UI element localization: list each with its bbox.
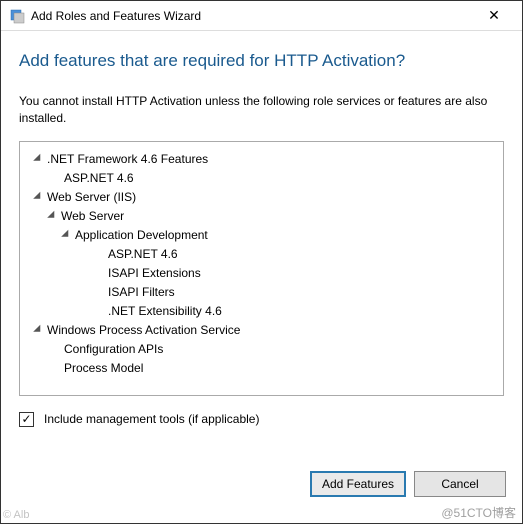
include-tools-checkbox[interactable]: ✓ xyxy=(19,412,34,427)
tree-item-label: Process Model xyxy=(64,359,143,378)
tree-item[interactable]: .NET Extensibility 4.6 xyxy=(34,302,493,321)
tree-item-label: Application Development xyxy=(75,226,208,245)
tree-item-label: ASP.NET 4.6 xyxy=(108,245,178,264)
tree-item[interactable]: ISAPI Filters xyxy=(34,283,493,302)
tree-item-label: Web Server xyxy=(61,207,124,226)
tree-item[interactable]: Web Server xyxy=(34,207,493,226)
titlebar: Add Roles and Features Wizard ✕ xyxy=(1,1,522,31)
dialog-heading: Add features that are required for HTTP … xyxy=(19,51,504,71)
expander-icon[interactable] xyxy=(33,154,44,165)
tree-item[interactable]: ISAPI Extensions xyxy=(34,264,493,283)
tree-item-label: Web Server (IIS) xyxy=(47,188,136,207)
include-tools-label: Include management tools (if applicable) xyxy=(44,412,259,426)
watermark-left: © Alb xyxy=(3,509,29,521)
expander-icon[interactable] xyxy=(61,230,72,241)
tree-item-label: Configuration APIs xyxy=(64,340,163,359)
server-manager-icon xyxy=(9,8,25,24)
expander-icon[interactable] xyxy=(33,192,44,203)
window-title: Add Roles and Features Wizard xyxy=(31,9,474,23)
include-tools-checkbox-row[interactable]: ✓ Include management tools (if applicabl… xyxy=(19,412,504,427)
tree-item[interactable]: Process Model xyxy=(34,359,493,378)
tree-item[interactable]: ASP.NET 4.6 xyxy=(34,169,493,188)
tree-item-label: ISAPI Extensions xyxy=(108,264,201,283)
tree-item-label: Windows Process Activation Service xyxy=(47,321,240,340)
tree-item-label: ISAPI Filters xyxy=(108,283,175,302)
expander-icon[interactable] xyxy=(33,325,44,336)
tree-item[interactable]: Windows Process Activation Service xyxy=(34,321,493,340)
tree-item[interactable]: Application Development xyxy=(34,226,493,245)
tree-item[interactable]: ASP.NET 4.6 xyxy=(34,245,493,264)
expander-icon[interactable] xyxy=(47,211,58,222)
cancel-button[interactable]: Cancel xyxy=(414,471,506,497)
feature-tree[interactable]: .NET Framework 4.6 FeaturesASP.NET 4.6We… xyxy=(19,141,504,396)
tree-item[interactable]: .NET Framework 4.6 Features xyxy=(34,150,493,169)
dialog-description: You cannot install HTTP Activation unles… xyxy=(19,93,504,127)
dialog-buttons: Add Features Cancel xyxy=(310,471,506,497)
tree-item[interactable]: Configuration APIs xyxy=(34,340,493,359)
tree-item-label: .NET Extensibility 4.6 xyxy=(108,302,222,321)
add-features-button[interactable]: Add Features xyxy=(310,471,406,497)
watermark: @51CTO博客 xyxy=(441,504,516,521)
tree-item-label: .NET Framework 4.6 Features xyxy=(47,150,208,169)
close-button[interactable]: ✕ xyxy=(474,2,514,30)
tree-item[interactable]: Web Server (IIS) xyxy=(34,188,493,207)
dialog-content: Add features that are required for HTTP … xyxy=(1,31,522,437)
tree-item-label: ASP.NET 4.6 xyxy=(64,169,134,188)
